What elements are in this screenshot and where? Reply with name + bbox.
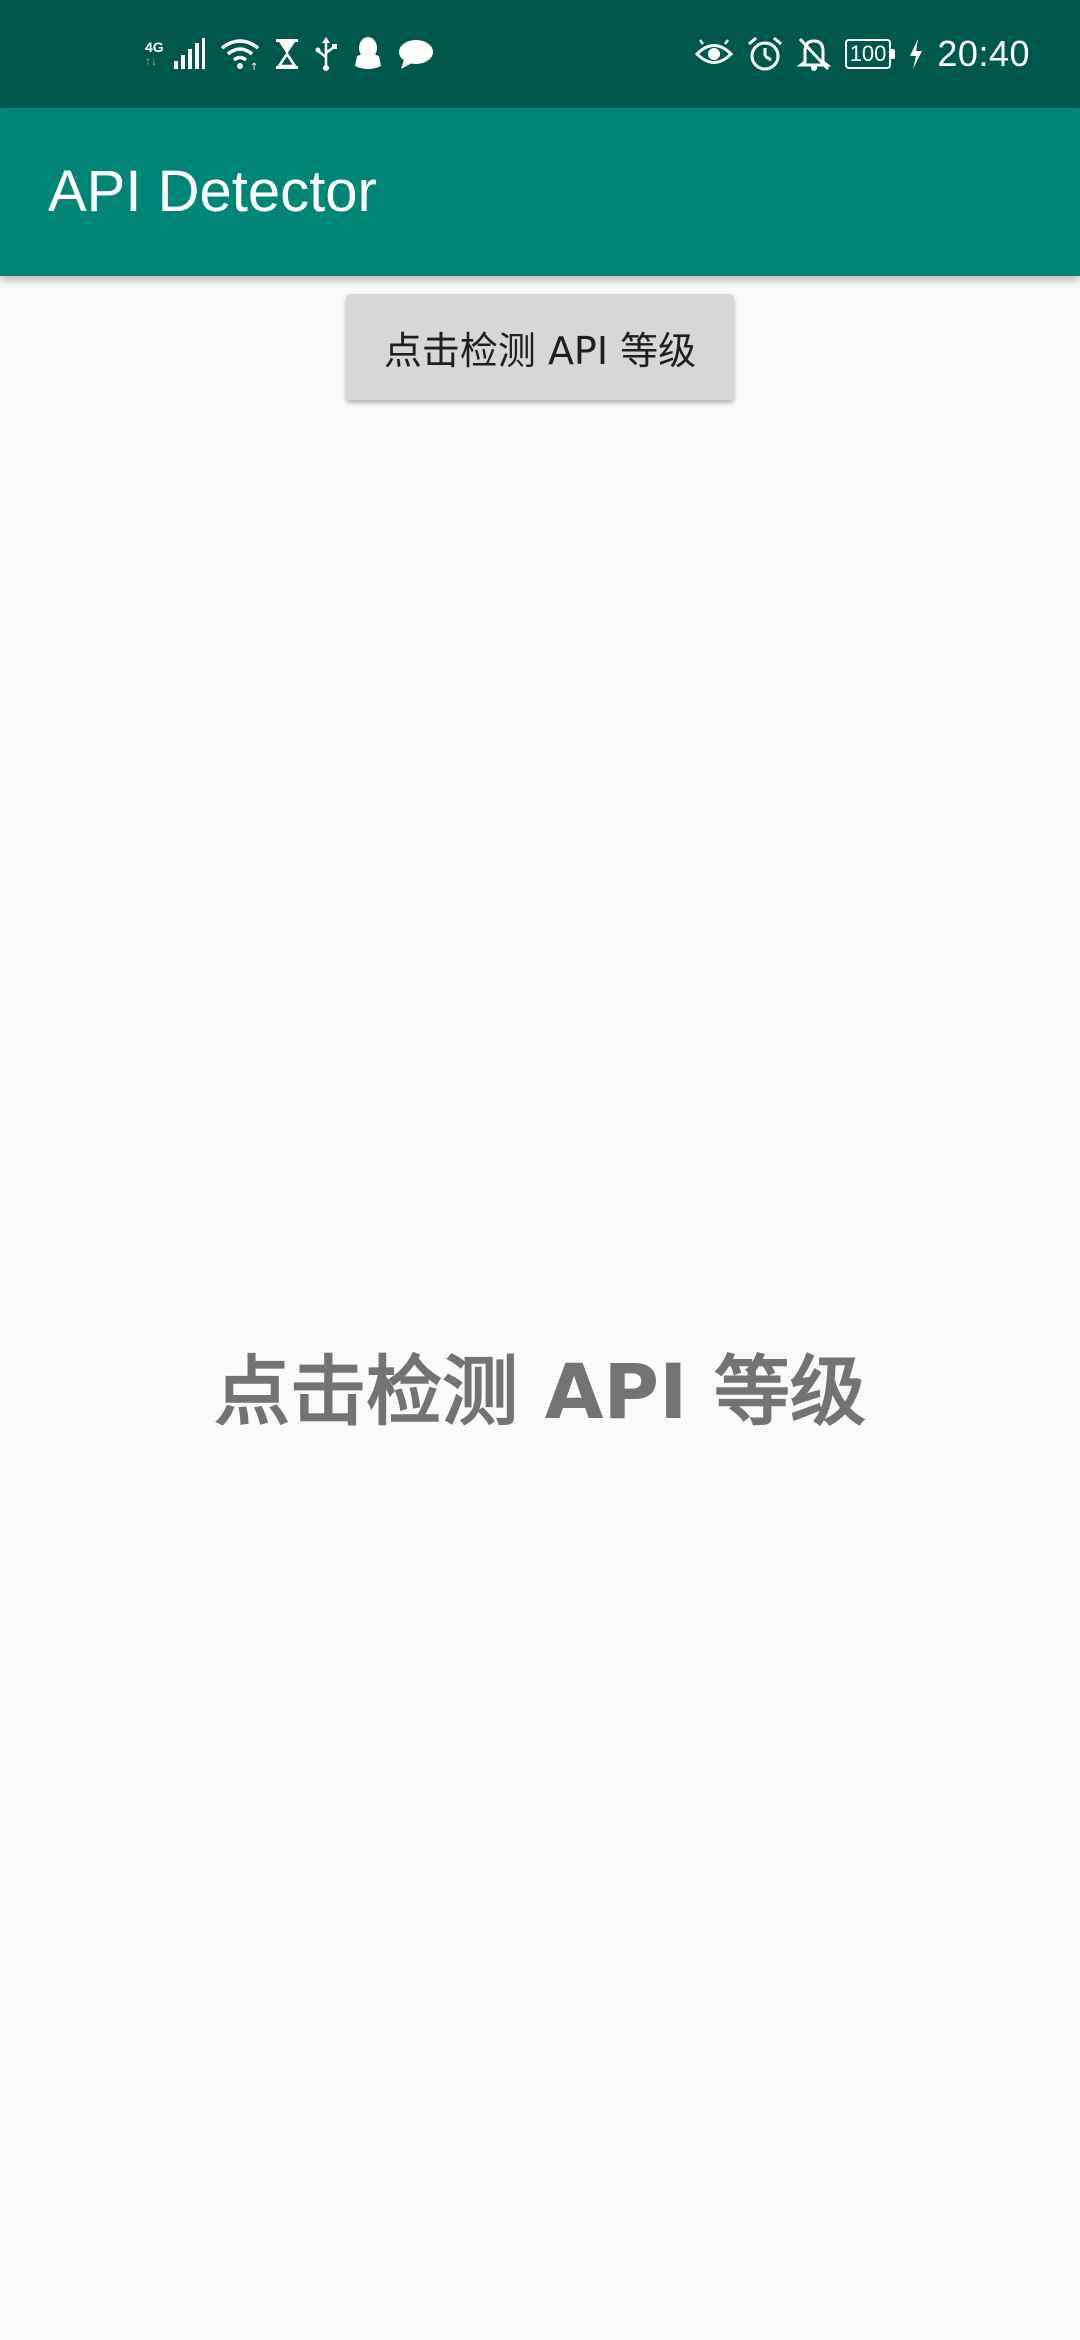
network-type-label: 4G: [145, 39, 164, 55]
signal-icon: [172, 34, 206, 74]
app-bar: API Detector: [0, 108, 1080, 276]
detect-api-level-button[interactable]: 点击检测 API 等级: [346, 294, 734, 400]
hourglass-icon: [274, 34, 300, 74]
charging-icon: [909, 34, 923, 74]
svg-text:↑↓: ↑↓: [250, 62, 260, 70]
status-right-group: 100 20:40: [694, 0, 1030, 108]
qq-icon: [352, 34, 384, 74]
status-time: 20:40: [937, 33, 1030, 74]
chat-bubble-icon: [398, 34, 434, 74]
alarm-icon: [747, 34, 783, 74]
battery-icon: 100: [844, 39, 896, 69]
battery-level: 100: [844, 39, 892, 69]
api-level-result-text: 点击检测 API 等级: [214, 1347, 866, 1436]
status-bar: 4G ↑↓ ↑↓: [0, 0, 1080, 108]
bell-off-icon: [796, 34, 831, 74]
network-activity-arrows: ↑↓: [145, 54, 157, 68]
battery-tip: [891, 49, 896, 59]
usb-icon: [314, 34, 338, 74]
network-type-indicator: 4G ↑↓: [145, 40, 164, 68]
status-left-group: 4G ↑↓ ↑↓: [145, 0, 434, 108]
app-title: API Detector: [48, 159, 377, 224]
wifi-icon: ↑↓: [220, 34, 260, 74]
eye-icon: [694, 34, 733, 74]
